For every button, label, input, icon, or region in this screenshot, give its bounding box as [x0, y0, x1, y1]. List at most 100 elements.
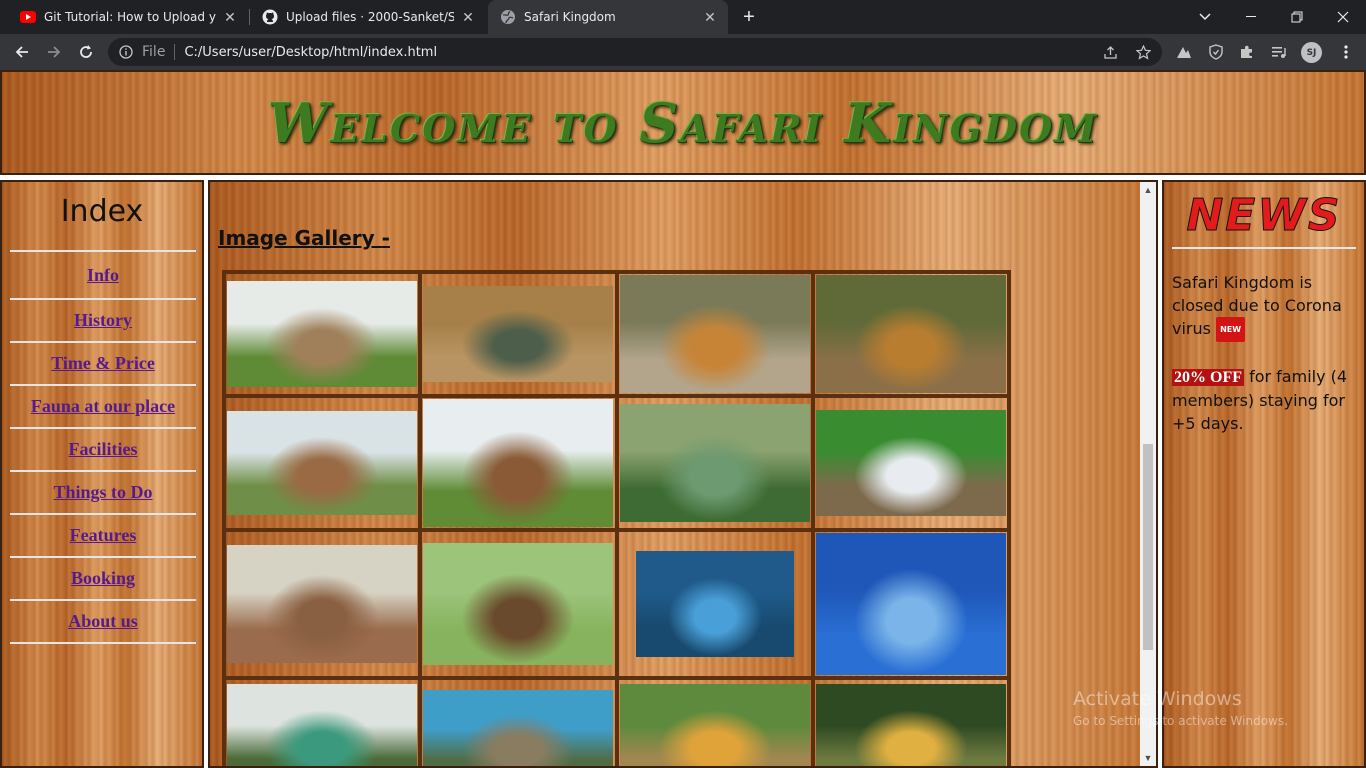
minimize-button[interactable] [1228, 0, 1274, 34]
youtube-icon [20, 9, 36, 25]
shield-extension-icon[interactable] [1206, 42, 1226, 62]
gallery-cell [420, 272, 617, 396]
gallery-row [224, 678, 1009, 766]
news-panel: NEWS Safari Kingdom is closed due to Cor… [1162, 180, 1366, 768]
gallery-cell [224, 678, 421, 766]
sidebar-item-things-to-do[interactable]: Things to Do [10, 472, 196, 513]
tab-search-chevron-icon[interactable] [1182, 0, 1228, 34]
tiger-walking-jeep-photo[interactable] [815, 275, 1006, 393]
new-tab-button[interactable]: + [737, 5, 761, 29]
gallery-heading: Image Gallery - [218, 226, 390, 250]
bear-safari-bus-tunnel-photo[interactable] [227, 545, 418, 663]
nav-link-things-to-do[interactable]: Things to Do [53, 482, 152, 503]
brown-bears-grass-photo[interactable] [423, 543, 614, 665]
omnibox-divider [174, 44, 176, 60]
news-item-closure: Safari Kingdom is closed due to Corona v… [1172, 271, 1356, 342]
gallery-cell [616, 396, 813, 530]
sidebar-nav: Info History Time & Price Fauna at our p… [10, 250, 196, 644]
scrollbar-thumb[interactable] [1143, 444, 1153, 650]
media-queue-icon[interactable] [1269, 42, 1289, 62]
sidebar-item-history[interactable]: History [10, 300, 196, 341]
main-content[interactable]: Image Gallery - ▲ ▼ [208, 180, 1158, 768]
close-window-button[interactable] [1320, 0, 1366, 34]
menu-kebab-icon[interactable] [1336, 42, 1356, 62]
url-text[interactable]: C:/Users/user/Desktop/html/index.html [184, 45, 437, 60]
bookmark-star-icon[interactable] [1135, 44, 1151, 60]
sidebar-item-time-price[interactable]: Time & Price [10, 343, 196, 384]
sidebar-item-features[interactable]: Features [10, 515, 196, 556]
tiger-toy-train-photo[interactable] [619, 684, 810, 766]
sidebar-item-fauna[interactable]: Fauna at our place [10, 386, 196, 427]
watermark-line1: Activate Windows [1073, 688, 1242, 710]
nav-link-features[interactable]: Features [70, 525, 137, 546]
toy-train-forest-photo[interactable] [815, 684, 1006, 766]
back-arrow-icon[interactable] [8, 38, 36, 66]
tab-git-tutorial[interactable]: Git Tutorial: How to Upload your ✕ [8, 0, 248, 34]
url-scheme-label: File [142, 44, 166, 60]
address-bar[interactable]: File C:/Users/user/Desktop/html/index.ht… [108, 38, 1162, 66]
park-pavilion-photo[interactable] [227, 684, 418, 766]
gallery-cell [420, 530, 617, 678]
divider [10, 642, 196, 644]
gallery-cell [616, 530, 813, 678]
sidebar-title: Index [60, 194, 144, 229]
restore-button[interactable] [1274, 0, 1320, 34]
gallery-cell [224, 272, 421, 396]
github-icon [262, 9, 278, 25]
gallery-row [224, 530, 1009, 678]
tab-safari-kingdom[interactable]: Safari Kingdom ✕ [488, 0, 728, 34]
aquarium-tunnel-photo[interactable] [635, 551, 794, 657]
tab-strip: Git Tutorial: How to Upload your ✕ Uploa… [0, 0, 1366, 34]
globe-icon [500, 9, 516, 25]
tab-title: Upload files · 2000-Sanket/Safari [286, 10, 454, 24]
sidebar-item-about-us[interactable]: About us [10, 601, 196, 642]
lion-near-jeep-photo[interactable] [423, 286, 614, 382]
underwater-tunnel-visitors-photo[interactable] [815, 533, 1006, 675]
forward-arrow-icon[interactable] [40, 38, 68, 66]
close-tab-icon[interactable]: ✕ [702, 9, 718, 25]
tab-github-upload[interactable]: Upload files · 2000-Sanket/Safari ✕ [250, 0, 486, 34]
nav-link-booking[interactable]: Booking [71, 568, 135, 589]
nav-link-history[interactable]: History [74, 310, 132, 331]
share-icon[interactable] [1102, 44, 1118, 60]
natural-history-museum-photo[interactable] [815, 410, 1006, 516]
gallery-cell [420, 396, 617, 530]
divider [1172, 247, 1356, 249]
nav-link-fauna[interactable]: Fauna at our place [31, 396, 175, 417]
sidebar-item-booking[interactable]: Booking [10, 558, 196, 599]
butterfly-park-gate-photo[interactable] [227, 411, 418, 515]
gallery-cell [420, 678, 617, 766]
tiger-crossing-road-jeeps-photo[interactable] [619, 275, 810, 393]
extensions-puzzle-icon[interactable] [1237, 42, 1257, 62]
gallery-cell [616, 678, 813, 766]
scroll-down-arrow-icon[interactable]: ▼ [1140, 750, 1156, 766]
safari-entrance-lion-statues-photo[interactable] [227, 281, 418, 387]
mountain-extension-icon[interactable] [1174, 42, 1194, 62]
dinosaur-statue-photo[interactable] [423, 399, 614, 527]
profile-avatar[interactable]: SJ [1301, 42, 1322, 63]
news-item-offer: 20% OFF for family (4 members) staying f… [1172, 365, 1356, 435]
reload-icon[interactable] [72, 38, 100, 66]
close-tab-icon[interactable]: ✕ [222, 9, 238, 25]
sidebar-item-facilities[interactable]: Facilities [10, 429, 196, 470]
nav-link-about-us[interactable]: About us [68, 611, 138, 632]
tab-title: Git Tutorial: How to Upload your [44, 10, 216, 24]
gallery-cell [812, 396, 1009, 530]
gallery-cell [224, 530, 421, 678]
info-icon[interactable] [118, 44, 134, 60]
sidebar-item-info[interactable]: Info [10, 252, 196, 298]
close-tab-icon[interactable]: ✕ [460, 9, 476, 25]
browser-toolbar: File C:/Users/user/Desktop/html/index.ht… [0, 34, 1366, 70]
jurassic-park-sign-photo[interactable] [619, 404, 810, 522]
nav-link-info[interactable]: Info [87, 265, 119, 286]
new-badge: NEW [1216, 317, 1246, 342]
safari-sign-sculpture-photo[interactable] [423, 690, 614, 766]
nav-link-facilities[interactable]: Facilities [69, 439, 138, 460]
gallery-cell [224, 396, 421, 530]
scroll-up-arrow-icon[interactable]: ▲ [1140, 182, 1156, 198]
vertical-scrollbar[interactable]: ▲ ▼ [1140, 182, 1156, 766]
index-sidebar: Index Info History Time & Price Fauna at… [0, 180, 204, 768]
site-header: Welcome to Safari Kingdom [0, 70, 1366, 175]
nav-link-time-price[interactable]: Time & Price [51, 353, 155, 374]
watermark-line2: Go to Settings to activate Windows. [1073, 714, 1288, 728]
